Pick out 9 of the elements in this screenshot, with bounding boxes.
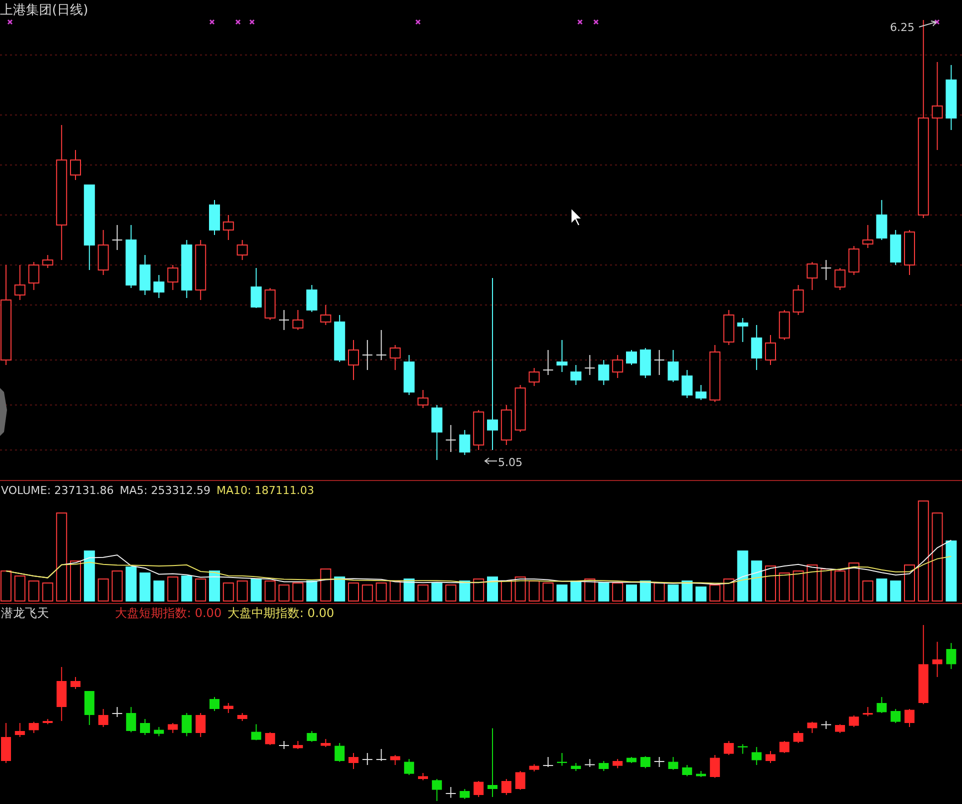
ma5-label: MA5: 253312.59 xyxy=(120,484,210,496)
ma10-label: MA10: 187111.03 xyxy=(216,484,314,496)
low-price-label: 5.05 xyxy=(498,456,522,469)
high-price-label: 6.25 xyxy=(890,21,914,34)
indicator-title: 潜龙飞天 xyxy=(1,604,49,622)
volume-label: VOLUME: 237131.86 xyxy=(1,484,114,496)
mid-index-label: 大盘中期指数: 0.00 xyxy=(228,604,334,622)
window-title: 上港集团(日线) xyxy=(0,3,88,18)
short-index-label: 大盘短期指数: 0.00 xyxy=(115,604,222,622)
